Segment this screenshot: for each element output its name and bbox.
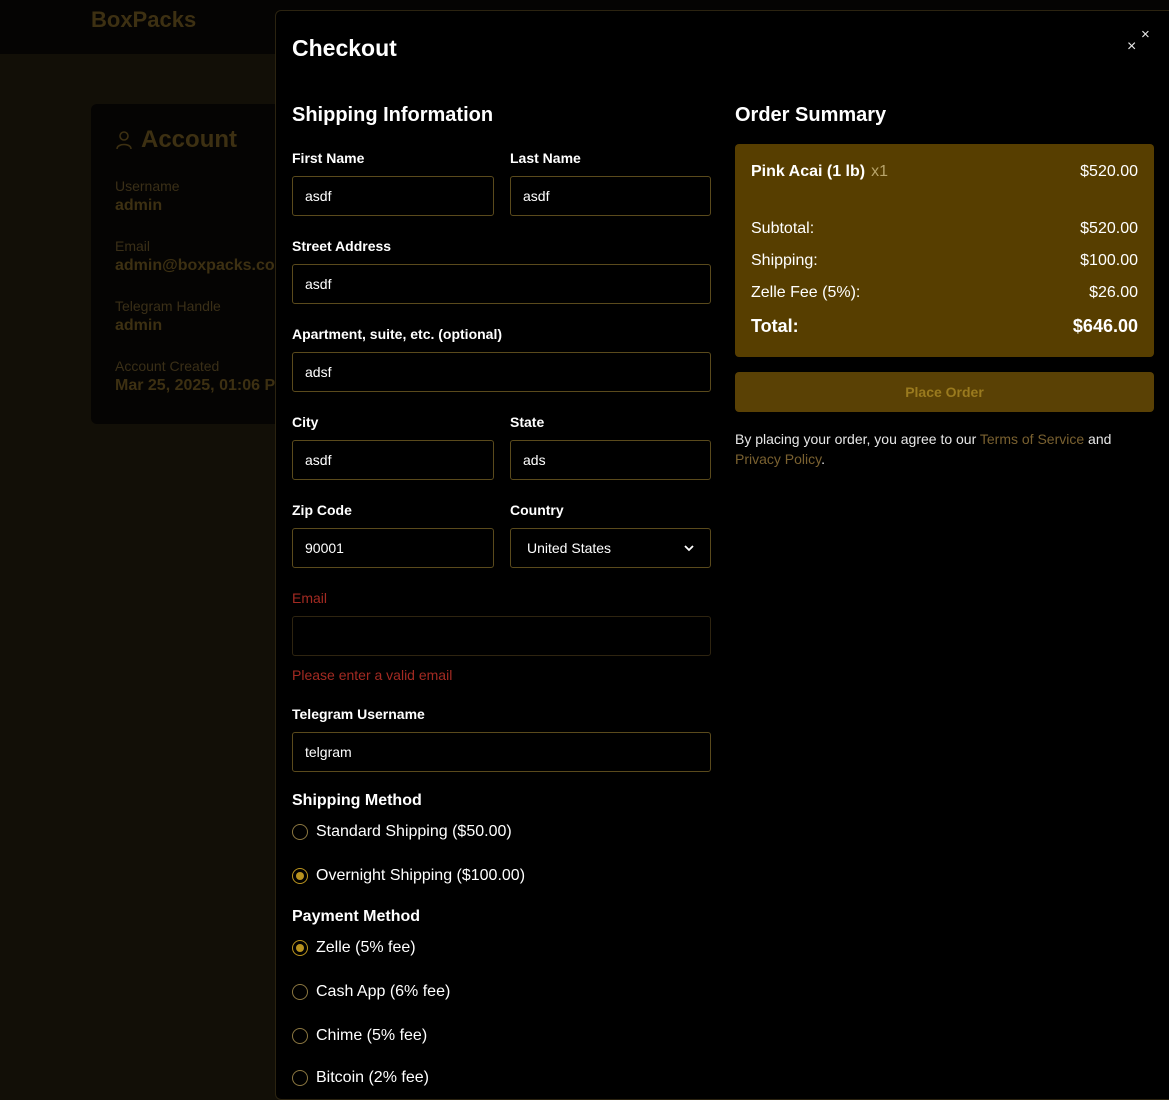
shipping-option-standard-label: Standard Shipping ($50.00) bbox=[316, 823, 512, 840]
account-created: Account Created Mar 25, 2025, 01:06 PM bbox=[115, 358, 288, 395]
state-input[interactable] bbox=[510, 440, 711, 480]
email-label: Email bbox=[292, 590, 328, 606]
account-email-value: admin@boxpacks.com bbox=[115, 257, 289, 274]
account-username-label: Username bbox=[115, 178, 180, 194]
summary-total-row: Total: $646.00 bbox=[751, 316, 1138, 337]
account-username: Username admin bbox=[115, 178, 180, 215]
summary-item-qty: x1 bbox=[871, 163, 889, 180]
apartment-input[interactable] bbox=[292, 352, 711, 392]
summary-shipping-label: Shipping: bbox=[751, 252, 818, 269]
last-name-label: Last Name bbox=[510, 150, 581, 166]
order-summary-box: Pink Acai (1 lb) x1 $520.00 Subtotal: $52… bbox=[735, 144, 1154, 357]
shipping-method-heading: Shipping Method bbox=[292, 792, 422, 809]
email-error-message: Please enter a valid email bbox=[292, 667, 453, 683]
shipping-option-standard[interactable]: Standard Shipping ($50.00) bbox=[292, 823, 512, 841]
summary-shipping-value: $100.00 bbox=[1080, 252, 1138, 269]
checkout-modal: Checkout × × Shipping Information First … bbox=[275, 10, 1169, 1100]
summary-total-label: Total: bbox=[751, 316, 799, 336]
place-order-button[interactable]: Place Order bbox=[735, 372, 1154, 412]
radio-overnight[interactable] bbox=[292, 868, 308, 884]
summary-subtotal-value: $520.00 bbox=[1080, 220, 1138, 237]
terms-of-service-link[interactable]: Terms of Service bbox=[980, 431, 1084, 447]
shipping-option-overnight-label: Overnight Shipping ($100.00) bbox=[316, 867, 526, 884]
account-created-label: Account Created bbox=[115, 358, 220, 374]
account-title-text: Account bbox=[141, 126, 237, 153]
payment-option-chime-label: Chime (5% fee) bbox=[316, 1027, 428, 1044]
radio-chime[interactable] bbox=[292, 1028, 308, 1044]
payment-option-zelle-label: Zelle (5% fee) bbox=[316, 939, 416, 956]
order-summary-heading: Order Summary bbox=[735, 104, 887, 126]
telegram-label: Telegram Username bbox=[292, 706, 425, 722]
country-select-value: United States bbox=[527, 540, 612, 556]
telegram-input[interactable] bbox=[292, 732, 711, 772]
account-title: Account bbox=[115, 126, 237, 154]
summary-item-name-wrap: Pink Acai (1 lb) x1 bbox=[751, 163, 888, 181]
email-input[interactable] bbox=[292, 616, 711, 656]
account-telegram-label: Telegram Handle bbox=[115, 298, 221, 314]
shipping-option-overnight[interactable]: Overnight Shipping ($100.00) bbox=[292, 867, 525, 885]
account-telegram-value: admin bbox=[115, 317, 163, 334]
first-name-input[interactable] bbox=[292, 176, 494, 216]
payment-option-bitcoin-label: Bitcoin (2% fee) bbox=[316, 1069, 429, 1086]
radio-standard[interactable] bbox=[292, 824, 308, 840]
summary-fee-label: Zelle Fee (5%): bbox=[751, 284, 861, 301]
close-icon[interactable]: × bbox=[1141, 27, 1150, 43]
user-icon bbox=[116, 131, 132, 150]
account-username-value: admin bbox=[115, 197, 163, 214]
terms-prefix: By placing your order, you agree to our bbox=[735, 431, 980, 447]
summary-item-row: Pink Acai (1 lb) x1 $520.00 bbox=[751, 163, 1138, 181]
state-label: State bbox=[510, 414, 545, 430]
radio-bitcoin[interactable] bbox=[292, 1070, 308, 1086]
summary-item-name: Pink Acai (1 lb) bbox=[751, 163, 866, 180]
zip-input[interactable] bbox=[292, 528, 494, 568]
first-name-label: First Name bbox=[292, 150, 365, 166]
close-button[interactable]: × bbox=[1127, 39, 1136, 55]
account-telegram: Telegram Handle admin bbox=[115, 298, 221, 335]
radio-cashapp[interactable] bbox=[292, 984, 308, 1000]
payment-option-zelle[interactable]: Zelle (5% fee) bbox=[292, 939, 416, 957]
summary-shipping-row: Shipping: $100.00 bbox=[751, 252, 1138, 270]
chevron-down-icon bbox=[684, 545, 694, 552]
payment-option-chime[interactable]: Chime (5% fee) bbox=[292, 1027, 427, 1045]
summary-total-value: $646.00 bbox=[1072, 316, 1138, 336]
summary-fee-row: Zelle Fee (5%): $26.00 bbox=[751, 284, 1138, 302]
city-input[interactable] bbox=[292, 440, 494, 480]
last-name-input[interactable] bbox=[510, 176, 711, 216]
summary-fee-value: $26.00 bbox=[1089, 284, 1138, 301]
terms-mid: and bbox=[1084, 431, 1112, 447]
zip-label: Zip Code bbox=[292, 502, 352, 518]
street-label: Street Address bbox=[292, 238, 392, 254]
country-label: Country bbox=[510, 502, 564, 518]
summary-item-price: $520.00 bbox=[1080, 163, 1138, 180]
payment-option-cashapp-label: Cash App (6% fee) bbox=[316, 983, 451, 1000]
terms-notice: By placing your order, you agree to our … bbox=[735, 429, 1154, 469]
payment-option-cashapp[interactable]: Cash App (6% fee) bbox=[292, 983, 450, 1001]
account-email: Email admin@boxpacks.com bbox=[115, 238, 289, 275]
summary-subtotal-row: Subtotal: $520.00 bbox=[751, 220, 1138, 238]
street-input[interactable] bbox=[292, 264, 711, 304]
terms-suffix: . bbox=[821, 451, 825, 467]
payment-method-heading: Payment Method bbox=[292, 908, 421, 925]
account-created-value: Mar 25, 2025, 01:06 PM bbox=[115, 377, 289, 394]
apartment-label: Apartment, suite, etc. (optional) bbox=[292, 326, 503, 342]
payment-option-bitcoin[interactable]: Bitcoin (2% fee) bbox=[292, 1069, 429, 1087]
summary-subtotal-label: Subtotal: bbox=[751, 220, 815, 237]
country-select[interactable]: United States bbox=[510, 528, 711, 568]
modal-title: Checkout bbox=[292, 35, 397, 61]
shipping-info-heading: Shipping Information bbox=[292, 104, 494, 126]
site-logo[interactable]: BoxPacks bbox=[91, 7, 196, 33]
account-email-label: Email bbox=[115, 238, 151, 254]
city-label: City bbox=[292, 414, 319, 430]
radio-zelle[interactable] bbox=[292, 940, 308, 956]
privacy-policy-link[interactable]: Privacy Policy bbox=[735, 451, 821, 467]
